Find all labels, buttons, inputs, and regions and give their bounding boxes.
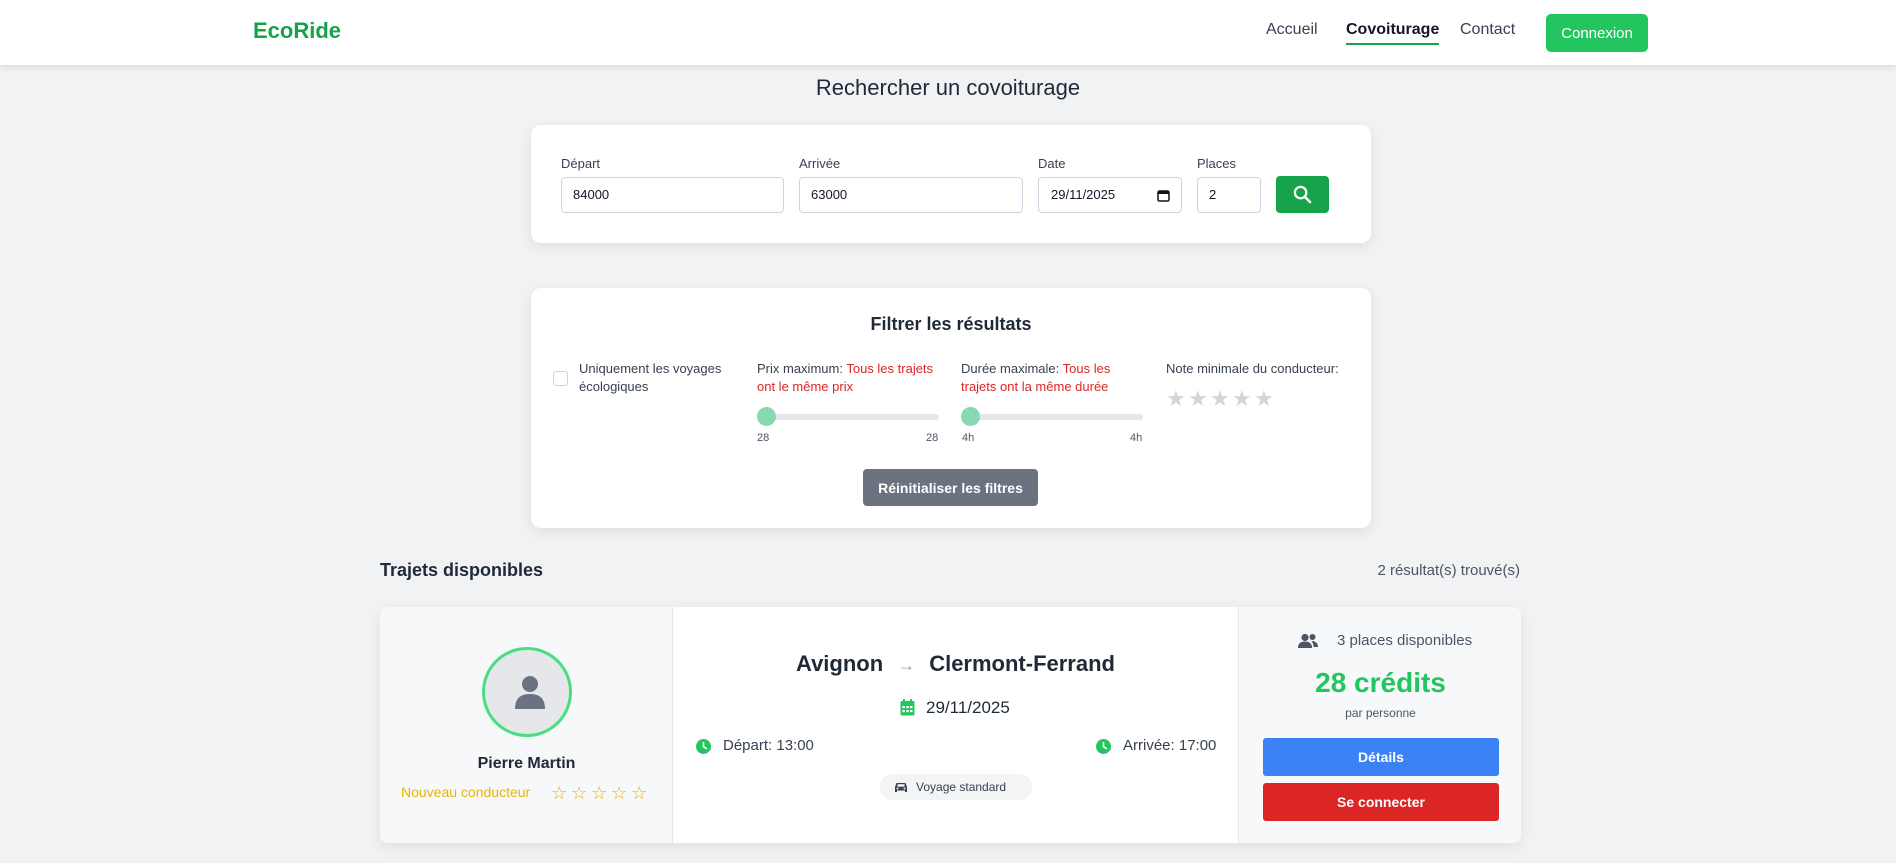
available-places: 3 places disponibles [1337,632,1473,649]
driver-star-2-icon: ☆ [571,783,588,803]
users-icon [1298,633,1318,648]
arrow-right-icon: → [897,655,916,675]
route-to: Clermont-Ferrand [929,651,1115,676]
depart-input[interactable]: 84000 [561,177,784,213]
price-min-tick: 28 [757,432,770,444]
price-max-tick: 28 [926,432,939,444]
nav-link-accueil[interactable]: Accueil [1266,21,1318,39]
rating-star-5-icon[interactable]: ★ [1254,386,1274,412]
rating-star-2-icon[interactable]: ★ [1188,386,1208,412]
rating-star-4-icon[interactable]: ★ [1232,386,1252,412]
rating-star-3-icon[interactable]: ★ [1210,386,1230,412]
eco-label: Uniquement les voyages écologiques [579,361,722,394]
route: Avignon → Clermont-Ferrand [673,651,1238,677]
driver-star-3-icon: ☆ [591,783,608,803]
departure-time: Départ: 13:00 [723,737,814,754]
login-button[interactable]: Connexion [1546,14,1648,52]
duration-slider-thumb[interactable] [961,407,980,426]
date-value: 29/11/2025 [1051,187,1116,202]
page-title: Rechercher un covoiturage [815,75,1081,100]
route-from: Avignon [796,651,884,676]
duration-slider-track[interactable] [961,414,1143,420]
results-count: 2 résultat(s) trouvé(s) [1377,562,1520,579]
places-label: Places [1197,156,1237,171]
rating-star-1-icon[interactable]: ★ [1166,386,1186,412]
driver-pane: Pierre Martin Nouveau conducteur ☆ ☆ ☆ ☆… [380,607,673,843]
car-icon [895,783,907,792]
eco-checkbox[interactable] [553,371,568,386]
connect-button[interactable]: Se connecter [1263,783,1499,821]
depart-label: Départ [561,156,601,171]
reset-filters-button[interactable]: Réinitialiser les filtres [863,469,1038,506]
driver-star-1-icon: ☆ [551,783,568,803]
per-person-label: par personne [1345,706,1416,720]
ride-type-badge: Voyage standard [880,774,1032,800]
calendar-picker-icon[interactable] [1157,189,1170,202]
duration-label: Durée maximale: [961,361,1060,376]
search-icon [1293,185,1312,204]
results-title: Trajets disponibles [380,560,544,580]
navbar: EcoRide Accueil Covoiturage Contact Conn… [0,0,1896,65]
duration-max-tick: 4h [1130,432,1143,444]
driver-name: Pierre Martin [477,755,576,772]
price-filter-label: Prix maximum: Tous les trajets ont le mê… [757,360,947,396]
arrivee-label: Arrivée [799,156,841,171]
ride-date: 29/11/2025 [926,698,1010,717]
price-label: Prix maximum: [757,361,843,376]
duration-min-tick: 4h [962,432,975,444]
driver-star-4-icon: ☆ [611,783,628,803]
ride-price: 28 crédits [1315,667,1446,698]
filter-title: Filtrer les résultats [870,314,1032,334]
arrivee-input[interactable]: 63000 [799,177,1023,213]
calendar-icon [900,699,915,716]
nav-link-covoiturage[interactable]: Covoiturage [1346,21,1440,45]
arrival-time: Arrivée: 17:00 [1123,737,1217,754]
user-icon [515,676,545,709]
date-label: Date [1038,156,1066,171]
brand-logo[interactable]: EcoRide [253,18,341,44]
nav-link-contact[interactable]: Contact [1460,21,1515,39]
ride-info-pane: 3 places disponibles 28 crédits par pers… [1238,607,1521,843]
clock-icon [1096,739,1111,754]
driver-status: Nouveau conducteur [401,784,531,800]
duration-filter-label: Durée maximale: Tous les trajets ont la … [961,360,1131,396]
details-button[interactable]: Détails [1263,738,1499,776]
price-slider-thumb[interactable] [757,407,776,426]
avatar [482,647,572,737]
price-slider-track[interactable] [757,414,939,420]
date-input[interactable]: 29/11/2025 [1038,177,1182,213]
search-button[interactable] [1276,176,1329,213]
driver-star-5-icon: ☆ [631,783,648,803]
places-input[interactable]: 2 [1197,177,1261,213]
rating-label: Note minimale du conducteur: [1166,361,1339,376]
ride-card: Pierre Martin Nouveau conducteur ☆ ☆ ☆ ☆… [380,607,1521,843]
ride-type-label: Voyage standard [916,780,1007,794]
clock-icon [696,739,711,754]
